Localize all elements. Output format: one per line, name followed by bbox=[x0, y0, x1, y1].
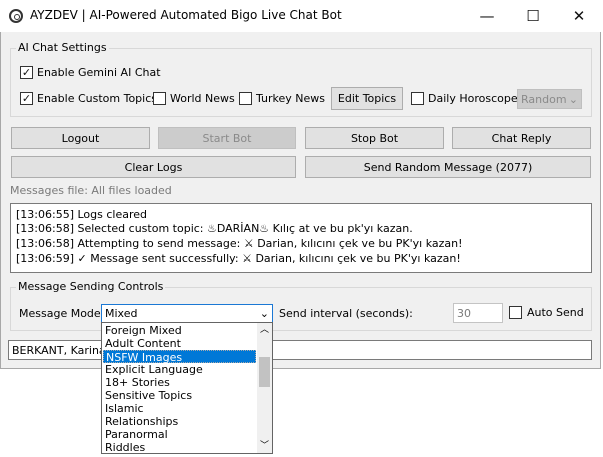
app-icon bbox=[9, 9, 23, 23]
minimize-button[interactable]: — bbox=[464, 0, 510, 32]
clear-logs-button[interactable]: Clear Logs bbox=[11, 156, 296, 178]
enable-custom-topics-label: Enable Custom Topics bbox=[37, 92, 158, 105]
message-mode-dropdown: Foreign Mixed Adult Content NSFW Images … bbox=[101, 322, 273, 454]
horoscope-select[interactable]: Random ⌄ bbox=[517, 89, 582, 109]
scrollbar-thumb[interactable] bbox=[259, 357, 270, 387]
log-line: [13:06:59] ✓ Message sent successfully: … bbox=[16, 252, 461, 265]
dropdown-option[interactable]: Islamic bbox=[103, 402, 256, 415]
log-line: [13:06:58] Attempting to send message: ⚔… bbox=[16, 237, 463, 250]
check-icon: ✓ bbox=[21, 92, 32, 105]
world-news-checkbox[interactable] bbox=[153, 92, 166, 105]
dropdown-scrollbar[interactable]: ︿ ﹀ bbox=[257, 323, 272, 453]
daily-horoscope-label: Daily Horoscope bbox=[428, 92, 518, 105]
message-mode-select[interactable]: Mixed ⌄ bbox=[101, 304, 273, 323]
maximize-icon: ☐ bbox=[526, 7, 540, 25]
start-bot-button[interactable]: Start Bot bbox=[158, 127, 296, 149]
chevron-up-icon[interactable]: ︿ bbox=[257, 323, 272, 337]
message-input[interactable]: BERKANT, Karina & bbox=[8, 340, 592, 360]
log-area[interactable]: [13:06:55] Logs cleared [13:06:58] Selec… bbox=[10, 203, 592, 273]
close-button[interactable]: ✕ bbox=[556, 0, 602, 32]
daily-horoscope-checkbox[interactable] bbox=[411, 92, 424, 105]
dropdown-option[interactable]: Explicit Language bbox=[103, 363, 256, 376]
dropdown-option[interactable]: Relationships bbox=[103, 415, 256, 428]
send-interval-input[interactable]: 30 bbox=[453, 303, 503, 323]
horoscope-select-value: Random bbox=[521, 92, 567, 106]
dropdown-option[interactable]: 18+ Stories bbox=[103, 376, 256, 389]
ai-chat-settings-legend: AI Chat Settings bbox=[16, 41, 109, 54]
send-interval-label: Send interval (seconds): bbox=[279, 307, 413, 320]
turkey-news-label: Turkey News bbox=[256, 92, 326, 105]
messages-file-status: Messages file: All files loaded bbox=[10, 184, 172, 197]
turkey-news-checkbox[interactable] bbox=[239, 92, 252, 105]
message-sending-controls-legend: Message Sending Controls bbox=[16, 280, 166, 293]
message-mode-label: Message Mode: bbox=[19, 307, 105, 320]
chat-reply-button[interactable]: Chat Reply bbox=[452, 127, 591, 149]
log-line: [13:06:58] Selected custom topic: ♨DARİA… bbox=[16, 222, 413, 235]
close-icon: ✕ bbox=[572, 7, 586, 25]
dropdown-option[interactable]: Adult Content bbox=[103, 337, 256, 350]
chevron-down-icon: ⌄ bbox=[568, 92, 578, 106]
dropdown-option-selected[interactable]: NSFW Images bbox=[103, 350, 256, 364]
auto-send-label: Auto Send bbox=[527, 306, 584, 319]
enable-gemini-label: Enable Gemini AI Chat bbox=[37, 66, 161, 79]
maximize-button[interactable]: ☐ bbox=[510, 0, 556, 32]
dropdown-option[interactable]: Paranormal bbox=[103, 428, 256, 441]
chevron-down-icon[interactable]: ﹀ bbox=[257, 439, 272, 453]
edit-topics-button[interactable]: Edit Topics bbox=[331, 87, 403, 110]
logout-button[interactable]: Logout bbox=[11, 127, 150, 149]
auto-send-checkbox[interactable] bbox=[509, 306, 522, 319]
dropdown-option[interactable]: Foreign Mixed bbox=[103, 324, 256, 337]
world-news-label: World News bbox=[170, 92, 235, 105]
send-random-message-button[interactable]: Send Random Message (2077) bbox=[305, 156, 591, 178]
stop-bot-button[interactable]: Stop Bot bbox=[305, 127, 444, 149]
chevron-down-icon: ⌄ bbox=[259, 307, 269, 320]
window-title: AYZDEV | AI-Powered Automated Bigo Live … bbox=[30, 8, 342, 22]
message-mode-value: Mixed bbox=[105, 307, 138, 320]
dropdown-option[interactable]: Sensitive Topics bbox=[103, 389, 256, 402]
minimize-icon: — bbox=[479, 7, 495, 25]
check-icon: ✓ bbox=[21, 66, 32, 79]
enable-gemini-checkbox[interactable]: ✓ bbox=[20, 66, 33, 79]
dropdown-option[interactable]: Riddles bbox=[103, 441, 256, 454]
ai-chat-settings-group bbox=[10, 48, 592, 117]
enable-custom-topics-checkbox[interactable]: ✓ bbox=[20, 92, 33, 105]
log-line: [13:06:55] Logs cleared bbox=[16, 208, 148, 221]
